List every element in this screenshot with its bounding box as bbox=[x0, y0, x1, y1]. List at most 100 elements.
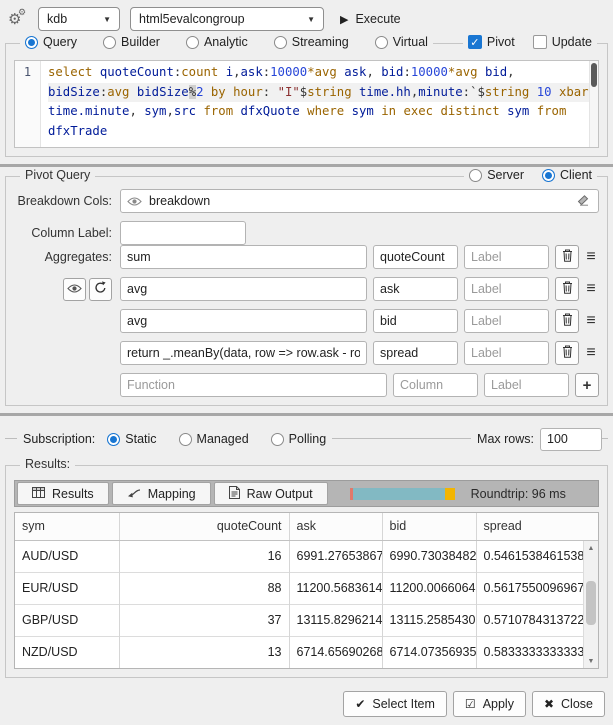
tab-label: Mapping bbox=[148, 487, 196, 501]
cell-bid: 11200.006606488 bbox=[382, 572, 476, 604]
checkbox-checked-icon: ✓ bbox=[468, 35, 482, 49]
pivot-query-group: Pivot Query ServerClient Breakdown Cols:… bbox=[5, 176, 608, 406]
scroll-up-icon[interactable]: ▲ bbox=[584, 541, 598, 555]
radio-sub-static[interactable]: Static bbox=[107, 432, 156, 446]
aggregate-column-input[interactable] bbox=[373, 245, 458, 269]
column-header-spread[interactable]: spread bbox=[476, 513, 598, 540]
aggregate-row-left bbox=[14, 278, 112, 301]
table-scrollbar[interactable]: ▲ ▼ bbox=[583, 541, 598, 668]
radio-mode-analytic[interactable]: Analytic bbox=[186, 35, 248, 49]
cell-quotecount: 16 bbox=[119, 540, 289, 572]
editor-code[interactable]: select quoteCount:count i,ask:10000*avg … bbox=[41, 61, 589, 147]
tab-label: Raw Output bbox=[247, 487, 313, 501]
max-rows-input[interactable] bbox=[540, 428, 602, 451]
radio-icon bbox=[25, 36, 38, 49]
eraser-icon[interactable] bbox=[577, 195, 591, 209]
update-checkbox[interactable]: Update bbox=[533, 35, 592, 49]
close-button[interactable]: ✖Close bbox=[532, 691, 605, 717]
drag-handle-icon[interactable]: ≡ bbox=[583, 248, 599, 266]
tab-results[interactable]: Results bbox=[17, 482, 109, 505]
cell-ask: 13115.829621440 bbox=[289, 604, 382, 636]
congroup-select[interactable]: html5evalcongroup ▼ bbox=[130, 7, 324, 31]
aggregate-row: Aggregates: ≡ bbox=[14, 245, 599, 269]
code-editor[interactable]: 1 select quoteCount:count i,ask:10000*av… bbox=[14, 60, 599, 148]
table-scrollbar-thumb[interactable] bbox=[586, 581, 596, 626]
select-item-button[interactable]: ✔Select Item bbox=[343, 691, 447, 717]
table-row-gbp-usd[interactable]: GBP/USD3713115.82962144013115.2585430080… bbox=[15, 604, 598, 636]
column-header-bid[interactable]: bid bbox=[382, 513, 476, 540]
aggregate-column-input[interactable] bbox=[373, 341, 458, 365]
radio-side-client[interactable]: Client bbox=[542, 168, 592, 182]
settings-gear-icon[interactable]: ⚙⚙ bbox=[8, 10, 28, 28]
column-label-input[interactable] bbox=[120, 221, 246, 245]
aggregate-function-input[interactable] bbox=[120, 373, 387, 397]
radio-icon bbox=[179, 433, 192, 446]
connection-select[interactable]: kdb ▼ bbox=[38, 7, 120, 31]
delete-aggregate-button[interactable] bbox=[555, 245, 579, 269]
radio-mode-virtual[interactable]: Virtual bbox=[375, 35, 428, 49]
breakdown-cols-input[interactable]: breakdown bbox=[120, 189, 599, 213]
aggregate-function-input[interactable] bbox=[120, 245, 367, 269]
drag-handle-icon[interactable]: ≡ bbox=[583, 344, 599, 362]
column-header-sym[interactable]: sym bbox=[15, 513, 119, 540]
radio-mode-builder[interactable]: Builder bbox=[103, 35, 160, 49]
drag-handle-icon[interactable]: ≡ bbox=[583, 280, 599, 298]
table-row-eur-usd[interactable]: EUR/USD8811200.56836149711200.0066064880… bbox=[15, 572, 598, 604]
editor-scrollbar[interactable] bbox=[589, 61, 598, 147]
execute-button[interactable]: ▶ Execute bbox=[340, 12, 401, 26]
results-title: Results: bbox=[25, 457, 70, 471]
aggregate-column-input[interactable] bbox=[393, 373, 478, 397]
aggregate-label-input[interactable] bbox=[464, 245, 549, 269]
aggregate-label-input[interactable] bbox=[464, 277, 549, 301]
apply-button[interactable]: ☑Apply bbox=[453, 691, 526, 717]
delete-aggregate-button[interactable] bbox=[555, 277, 579, 301]
delete-aggregate-button[interactable] bbox=[555, 341, 579, 365]
preview-aggregate-button[interactable] bbox=[63, 278, 86, 301]
column-header-ask[interactable]: ask bbox=[289, 513, 382, 540]
pivot-checkbox[interactable]: ✓ Pivot bbox=[468, 35, 515, 49]
delete-aggregate-button[interactable] bbox=[555, 309, 579, 333]
code-line: time.minute, sym,src from dfxQuote where… bbox=[48, 102, 589, 122]
tab-label: Results bbox=[52, 487, 94, 501]
code-line: bidSize:avg bidSize%2 by hour: "I"$strin… bbox=[48, 83, 589, 103]
results-tabs: Results Mapping Raw Output bbox=[17, 482, 328, 505]
radio-label: Polling bbox=[289, 432, 327, 446]
aggregate-function-input[interactable] bbox=[120, 309, 367, 333]
cell-spread: 0.5710784313722 bbox=[476, 604, 598, 636]
radio-icon bbox=[107, 433, 120, 446]
aggregate-label-input[interactable] bbox=[464, 309, 549, 333]
radio-side-server[interactable]: Server bbox=[469, 168, 524, 182]
radio-icon bbox=[103, 36, 116, 49]
radio-sub-managed[interactable]: Managed bbox=[179, 432, 249, 446]
column-header-quotecount[interactable]: quoteCount bbox=[119, 513, 289, 540]
pivot-query-legend: Pivot Query bbox=[20, 168, 95, 182]
table-row-aud-usd[interactable]: AUD/USD166991.27653867046990.73038482420… bbox=[15, 540, 598, 572]
tab-raw-output[interactable]: Raw Output bbox=[214, 482, 328, 505]
table-row-nzd-usd[interactable]: NZD/USD136714.65690268836714.07356935500… bbox=[15, 636, 598, 668]
aggregate-column-input[interactable] bbox=[373, 277, 458, 301]
editor-scrollbar-thumb[interactable] bbox=[591, 63, 597, 87]
tab-mapping[interactable]: Mapping bbox=[112, 482, 211, 505]
aggregate-label-input[interactable] bbox=[464, 341, 549, 365]
radio-mode-query[interactable]: Query bbox=[25, 35, 77, 49]
aggregate-row-left: Aggregates: bbox=[14, 250, 112, 264]
aggregate-label-input[interactable] bbox=[484, 373, 569, 397]
scroll-down-icon[interactable]: ▼ bbox=[584, 654, 598, 668]
drag-handle-icon[interactable]: ≡ bbox=[583, 312, 599, 330]
cell-spread: 0.5461538461538 bbox=[476, 540, 598, 572]
cell-spread: 0.5617550096967 bbox=[476, 572, 598, 604]
radio-mode-streaming[interactable]: Streaming bbox=[274, 35, 349, 49]
cell-bid: 6714.0735693550 bbox=[382, 636, 476, 668]
radio-icon bbox=[274, 36, 287, 49]
aggregate-function-input[interactable] bbox=[120, 341, 367, 365]
aggregate-column-input[interactable] bbox=[373, 309, 458, 333]
breakdown-cols-value: breakdown bbox=[149, 194, 210, 208]
aggregate-function-input[interactable] bbox=[120, 277, 367, 301]
refresh-aggregate-button[interactable] bbox=[89, 278, 112, 301]
subscription-label: Subscription: bbox=[17, 432, 101, 446]
add-aggregate-button[interactable]: + bbox=[575, 373, 599, 397]
radio-sub-polling[interactable]: Polling bbox=[271, 432, 327, 446]
code-line: dfxTrade bbox=[48, 122, 589, 142]
radio-icon bbox=[542, 169, 555, 182]
play-icon: ▶ bbox=[340, 13, 348, 26]
